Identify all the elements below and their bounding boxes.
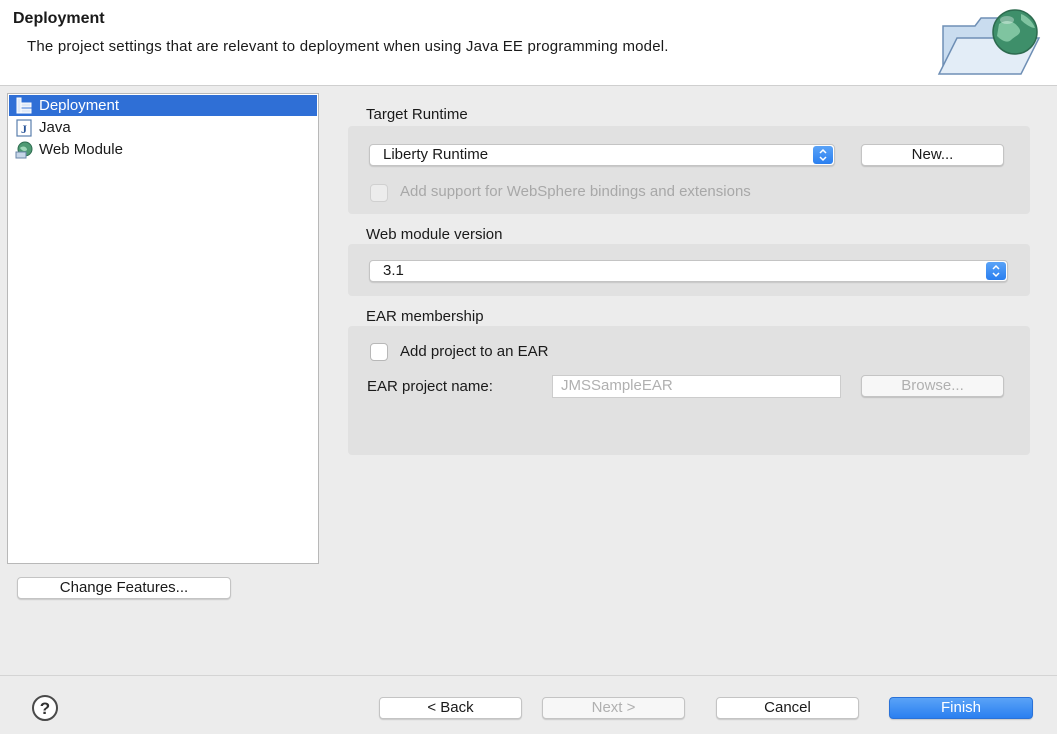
- websphere-bindings-checkbox[interactable]: [370, 184, 388, 202]
- target-runtime-group: [348, 126, 1030, 214]
- new-runtime-button[interactable]: New...: [861, 144, 1004, 166]
- settings-tree: Deployment J Java Web Module: [7, 93, 319, 564]
- svg-text:?: ?: [40, 699, 50, 718]
- target-runtime-label: Target Runtime: [366, 106, 468, 123]
- folder-globe-icon: [935, 6, 1045, 80]
- ear-membership-label: EAR membership: [366, 308, 484, 325]
- ear-project-name-label: EAR project name:: [367, 378, 493, 395]
- page-title: Deployment: [13, 10, 105, 27]
- web-module-icon: [15, 141, 33, 159]
- target-runtime-select[interactable]: Liberty Runtime: [369, 144, 835, 166]
- tree-item-label: Deployment: [39, 97, 120, 114]
- chevron-updown-icon: [813, 146, 833, 164]
- chevron-updown-icon: [986, 262, 1006, 280]
- tree-item-web-module[interactable]: Web Module: [9, 139, 123, 160]
- tree-item-label: Java: [39, 119, 71, 136]
- java-icon: J: [15, 118, 33, 137]
- svg-text:J: J: [21, 122, 27, 136]
- help-icon[interactable]: ?: [27, 693, 63, 723]
- web-module-version-select[interactable]: 3.1: [369, 260, 1008, 282]
- tree-item-label: Web Module: [39, 141, 123, 158]
- tree-item-java[interactable]: J Java: [9, 117, 71, 138]
- tree-item-deployment[interactable]: Deployment: [9, 95, 317, 116]
- web-module-version-label: Web module version: [366, 226, 503, 243]
- cancel-button[interactable]: Cancel: [716, 697, 859, 719]
- web-module-version-value: 3.1: [383, 262, 404, 279]
- change-features-button[interactable]: Change Features...: [17, 577, 231, 599]
- finish-button[interactable]: Finish: [889, 697, 1033, 719]
- header-banner: Deployment The project settings that are…: [0, 0, 1057, 86]
- target-runtime-value: Liberty Runtime: [383, 146, 489, 163]
- page-description: The project settings that are relevant t…: [27, 38, 669, 55]
- next-button[interactable]: Next >: [542, 697, 685, 719]
- footer-divider: [0, 675, 1057, 676]
- add-to-ear-checkbox[interactable]: [370, 343, 388, 361]
- websphere-bindings-label: Add support for WebSphere bindings and e…: [400, 183, 751, 200]
- ear-project-name-field[interactable]: JMSSampleEAR: [552, 375, 841, 398]
- deployment-icon: [15, 97, 33, 115]
- add-to-ear-label: Add project to an EAR: [400, 343, 549, 360]
- back-button[interactable]: < Back: [379, 697, 522, 719]
- browse-button[interactable]: Browse...: [861, 375, 1004, 397]
